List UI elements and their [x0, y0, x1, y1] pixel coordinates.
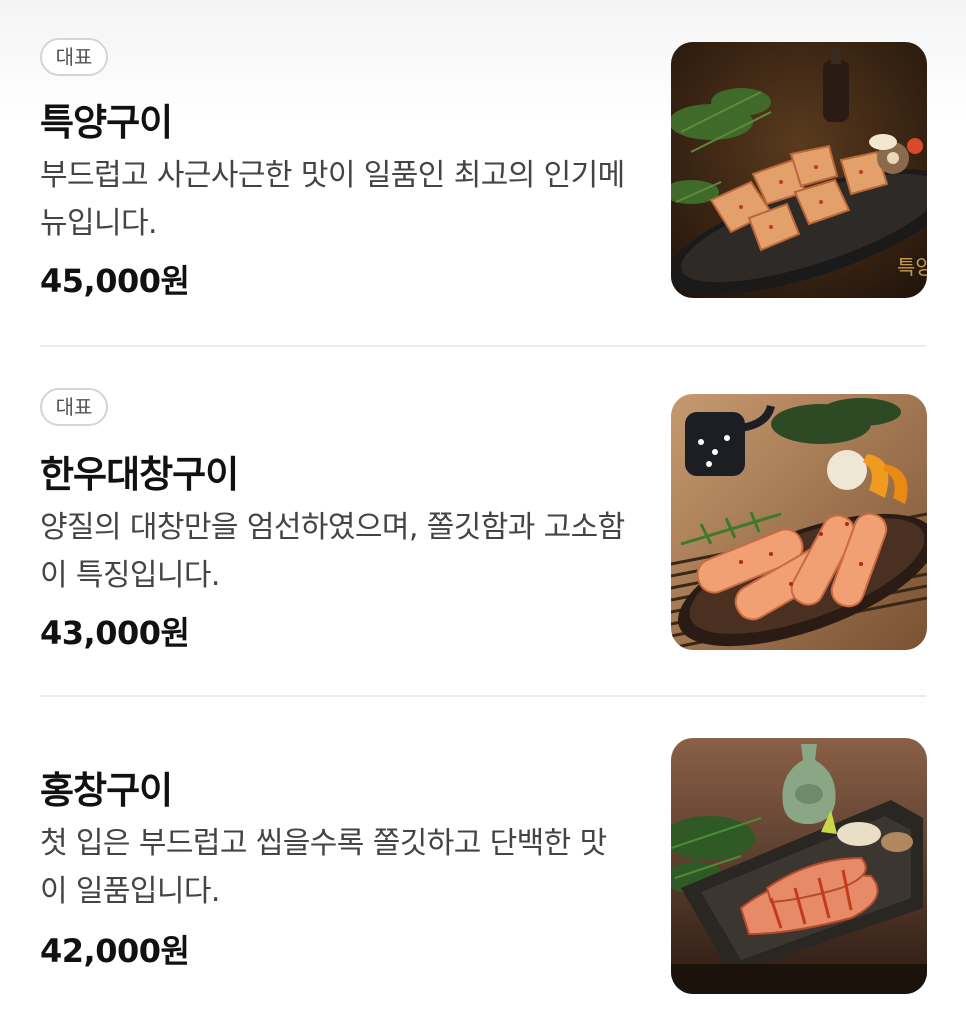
- menu-item-hanwoo-daechang-gui[interactable]: 대표 한우대창구이 양질의 대창만을 엄선하였으며, 쫄깃함과 고소함이 특징입…: [0, 348, 966, 696]
- item-divider: [40, 345, 926, 347]
- photo-caption-text: 특양: [897, 255, 927, 279]
- hanwoo-daechang-gui-photo: [671, 394, 927, 650]
- menu-item-teukyang-gui[interactable]: 대표 특양구이 부드럽고 사근사근한 맛이 일품인 최고의 인기메뉴입니다. 4…: [0, 0, 966, 346]
- menu-item-name: 한우대창구이: [40, 453, 239, 496]
- menu-item-description: 양질의 대창만을 엄선하였으며, 쫄깃함과 고소함이 특징입니다.: [40, 510, 625, 593]
- signature-badge: 대표: [40, 38, 108, 76]
- menu-item-description: 부드럽고 사근사근한 맛이 일품인 최고의 인기메뉴입니다.: [40, 158, 625, 241]
- menu-item-name: 특양구이: [40, 101, 173, 144]
- item-divider: [40, 695, 926, 697]
- menu-item-description: 첫 입은 부드럽고 씹을수록 쫄깃하고 단백한 맛이 일품입니다.: [40, 826, 607, 909]
- menu-item-price: 42,000원: [40, 932, 190, 970]
- hongchang-gui-photo: [671, 738, 927, 994]
- menu-list: 대표 특양구이 부드럽고 사근사근한 맛이 일품인 최고의 인기메뉴입니다. 4…: [0, 0, 966, 1029]
- menu-item-photo[interactable]: 특양: [671, 42, 927, 298]
- menu-item-hongchang-gui[interactable]: 홍창구이 첫 입은 부드럽고 씹을수록 쫄깃하고 단백한 맛이 일품입니다. 4…: [0, 698, 966, 1029]
- menu-item-price: 45,000원: [40, 262, 190, 300]
- menu-item-name: 홍창구이: [40, 769, 173, 812]
- menu-item-photo[interactable]: [671, 394, 927, 650]
- menu-item-photo[interactable]: [671, 738, 927, 994]
- signature-badge: 대표: [40, 388, 108, 426]
- teukyang-gui-photo: 특양: [671, 42, 927, 298]
- menu-item-price: 43,000원: [40, 614, 190, 652]
